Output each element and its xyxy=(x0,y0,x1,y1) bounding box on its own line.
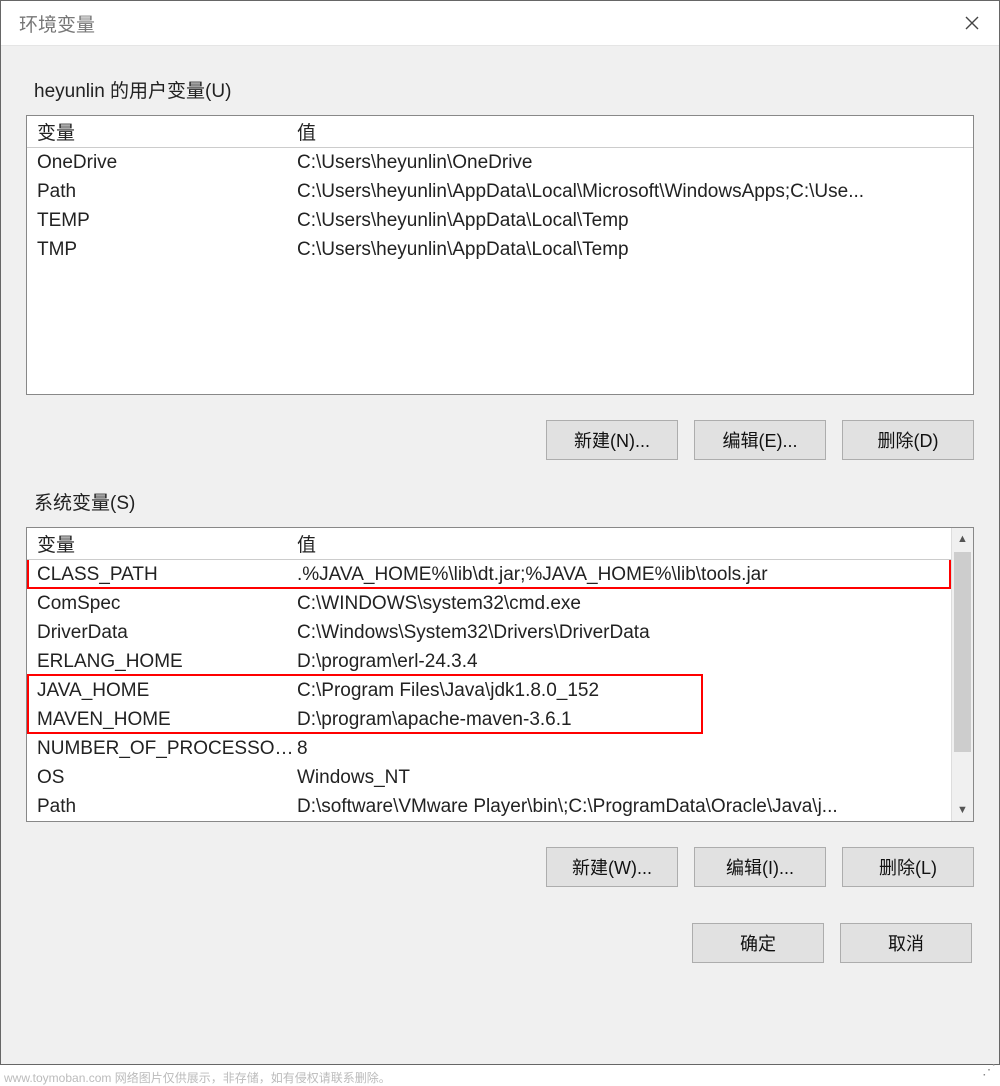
cell-value: D:\program\apache-maven-3.6.1 xyxy=(297,709,973,731)
cell-name: ERLANG_HOME xyxy=(27,651,297,673)
dialog-content: heyunlin 的用户变量(U) 变量 值 OneDriveC:\Users\… xyxy=(1,46,999,1064)
system-vars-listbox[interactable]: 变量 值 CLASS_PATH.%JAVA_HOME%\lib\dt.jar;%… xyxy=(26,527,974,822)
cell-name: OneDrive xyxy=(27,152,297,174)
cancel-button[interactable]: 取消 xyxy=(840,923,972,963)
cell-value: C:\Users\heyunlin\AppData\Local\Microsof… xyxy=(297,181,973,203)
cell-value: D:\program\erl-24.3.4 xyxy=(297,651,973,673)
table-row[interactable]: MAVEN_HOMED:\program\apache-maven-3.6.1 xyxy=(27,705,973,734)
table-row[interactable]: OSWindows_NT xyxy=(27,763,973,792)
close-button[interactable] xyxy=(944,1,999,45)
system-delete-button[interactable]: 删除(L) xyxy=(842,847,974,887)
cell-name: TEMP xyxy=(27,210,297,232)
cell-name: Path xyxy=(27,796,297,818)
cell-value: C:\Users\heyunlin\AppData\Local\Temp xyxy=(297,210,973,232)
cell-name: DriverData xyxy=(27,622,297,644)
cell-name: OS xyxy=(27,767,297,789)
watermark-text: www.toymoban.com 网络图片仅供展示，非存储，如有侵权请联系删除。 xyxy=(0,1065,1000,1086)
cell-value: C:\Program Files\Java\jdk1.8.0_152 xyxy=(297,680,973,702)
table-row[interactable]: ComSpecC:\WINDOWS\system32\cmd.exe xyxy=(27,589,973,618)
cell-value: Windows_NT xyxy=(297,767,973,789)
table-row[interactable]: ERLANG_HOMED:\program\erl-24.3.4 xyxy=(27,647,973,676)
cell-value: C:\WINDOWS\system32\cmd.exe xyxy=(297,593,973,615)
scroll-thumb[interactable] xyxy=(954,552,971,752)
col-header-value[interactable]: 值 xyxy=(297,118,973,145)
cell-value: 8 xyxy=(297,738,973,760)
table-row[interactable]: PathC:\Users\heyunlin\AppData\Local\Micr… xyxy=(27,177,973,206)
user-vars-buttons: 新建(N)... 编辑(E)... 删除(D) xyxy=(26,420,974,460)
cell-name: JAVA_HOME xyxy=(27,680,297,702)
user-vars-label: heyunlin 的用户变量(U) xyxy=(34,76,974,103)
user-vars-listbox[interactable]: 变量 值 OneDriveC:\Users\heyunlin\OneDriveP… xyxy=(26,115,974,395)
cell-name: ComSpec xyxy=(27,593,297,615)
col-header-name[interactable]: 变量 xyxy=(27,118,297,145)
cell-value: C:\Users\heyunlin\AppData\Local\Temp xyxy=(297,239,973,261)
system-new-button[interactable]: 新建(W)... xyxy=(546,847,678,887)
table-row[interactable]: NUMBER_OF_PROCESSORS8 xyxy=(27,734,973,763)
table-row[interactable]: TEMPC:\Users\heyunlin\AppData\Local\Temp xyxy=(27,206,973,235)
user-edit-button[interactable]: 编辑(E)... xyxy=(694,420,826,460)
cell-name: NUMBER_OF_PROCESSORS xyxy=(27,738,297,760)
col-header-value[interactable]: 值 xyxy=(297,530,973,557)
table-row[interactable]: TMPC:\Users\heyunlin\AppData\Local\Temp xyxy=(27,235,973,264)
cell-name: CLASS_PATH xyxy=(27,564,297,586)
scroll-down-icon[interactable]: ▼ xyxy=(952,799,973,821)
window-title: 环境变量 xyxy=(19,10,95,37)
titlebar: 环境变量 xyxy=(1,1,999,46)
cell-name: Path xyxy=(27,181,297,203)
user-delete-button[interactable]: 删除(D) xyxy=(842,420,974,460)
ok-button[interactable]: 确定 xyxy=(692,923,824,963)
cell-value: C:\Windows\System32\Drivers\DriverData xyxy=(297,622,973,644)
cell-value: .%JAVA_HOME%\lib\dt.jar;%JAVA_HOME%\lib\… xyxy=(297,564,973,586)
user-new-button[interactable]: 新建(N)... xyxy=(546,420,678,460)
system-edit-button[interactable]: 编辑(I)... xyxy=(694,847,826,887)
col-header-name[interactable]: 变量 xyxy=(27,530,297,557)
system-vars-header: 变量 值 xyxy=(27,528,973,560)
cell-name: TMP xyxy=(27,239,297,261)
table-row[interactable]: OneDriveC:\Users\heyunlin\OneDrive xyxy=(27,148,973,177)
table-row[interactable]: CLASS_PATH.%JAVA_HOME%\lib\dt.jar;%JAVA_… xyxy=(27,560,973,589)
table-row[interactable]: DriverDataC:\Windows\System32\Drivers\Dr… xyxy=(27,618,973,647)
resize-grip-icon[interactable]: ⋰ xyxy=(980,1062,996,1078)
vertical-scrollbar[interactable]: ▲ ▼ xyxy=(951,528,973,821)
system-vars-label: 系统变量(S) xyxy=(34,488,974,515)
cell-value: D:\software\VMware Player\bin\;C:\Progra… xyxy=(297,796,973,818)
system-vars-buttons: 新建(W)... 编辑(I)... 删除(L) xyxy=(26,847,974,887)
table-row[interactable]: JAVA_HOMEC:\Program Files\Java\jdk1.8.0_… xyxy=(27,676,973,705)
table-row[interactable]: PathD:\software\VMware Player\bin\;C:\Pr… xyxy=(27,792,973,821)
scroll-up-icon[interactable]: ▲ xyxy=(952,528,973,550)
cell-value: C:\Users\heyunlin\OneDrive xyxy=(297,152,973,174)
cell-name: MAVEN_HOME xyxy=(27,709,297,731)
environment-variables-dialog: 环境变量 heyunlin 的用户变量(U) 变量 值 OneDriveC:\U… xyxy=(0,0,1000,1065)
user-vars-header: 变量 值 xyxy=(27,116,973,148)
close-icon xyxy=(965,16,979,30)
dialog-footer: 确定 取消 xyxy=(26,923,974,969)
